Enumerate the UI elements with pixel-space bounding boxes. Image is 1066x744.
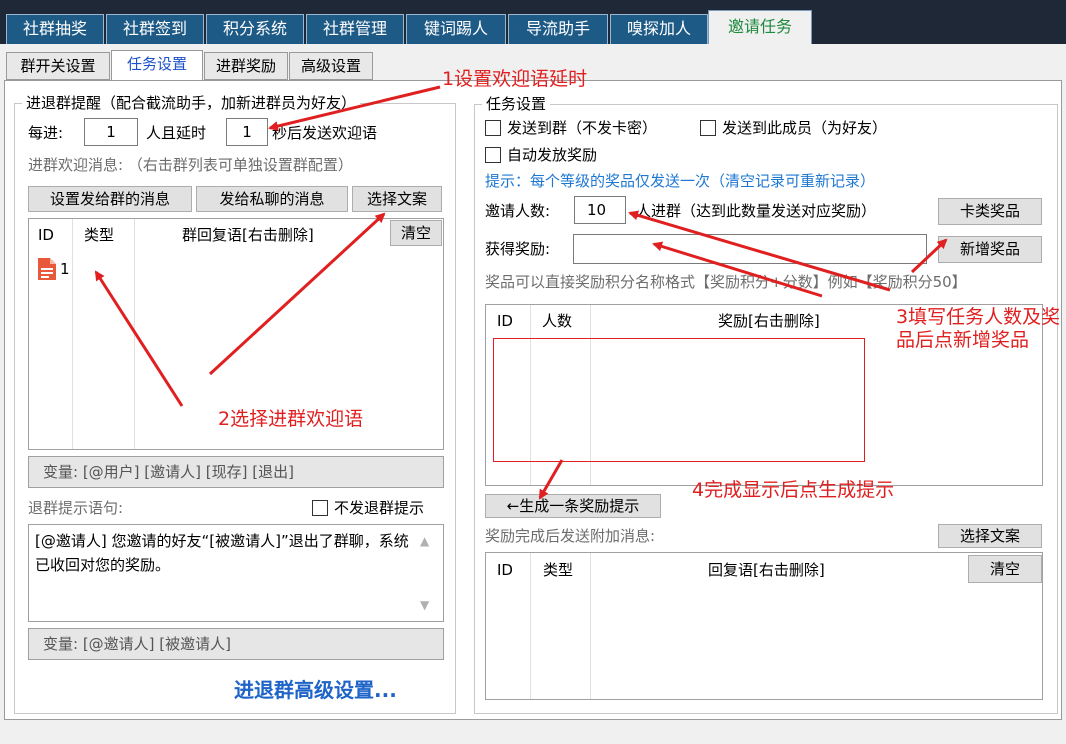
arrow-3a	[910, 238, 948, 274]
arrow-4	[538, 459, 564, 500]
annotation-4: 4完成显示后点生成提示	[692, 479, 895, 501]
arrow-3b	[652, 241, 823, 298]
arrow-2b	[208, 212, 386, 376]
arrow-1	[268, 85, 441, 131]
annotation-2: 2选择进群欢迎语	[218, 408, 364, 430]
arrow-3c	[628, 210, 891, 292]
annotation-3: 3填写任务人数及奖品后点新增奖品	[896, 306, 1061, 351]
annotation-arrows	[94, 85, 948, 500]
arrow-2a	[94, 270, 184, 407]
annotation-1: 1设置欢迎语延时	[442, 68, 588, 90]
